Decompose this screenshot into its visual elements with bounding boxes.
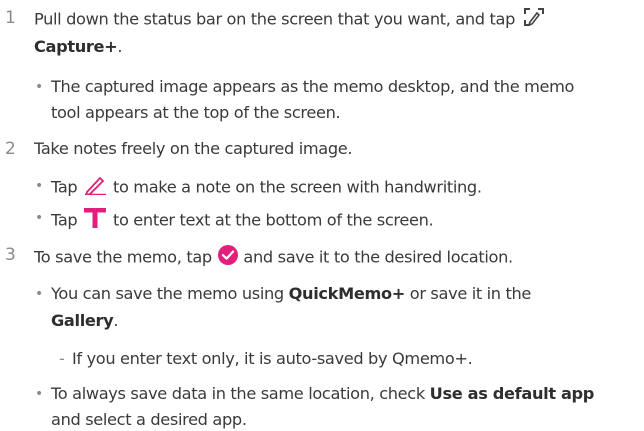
quickmemo-label: QuickMemo+: [288, 284, 406, 303]
bullet-text: To always save data in the same location…: [51, 383, 594, 405]
bullet-text-part: Tap: [51, 210, 78, 230]
bullet-text-part: to enter text at the bottom of the scree…: [112, 210, 434, 230]
bullet-text: The captured image appears as the memo d…: [51, 77, 575, 96]
step-text-part: .: [117, 37, 123, 56]
pen-icon: [82, 175, 108, 201]
default-app-label: Use as default app: [429, 384, 595, 403]
bullet-text: Tap to enter text at the bottom of the s…: [51, 207, 434, 235]
bullet-text: tool appears at the top of the screen.: [51, 103, 341, 122]
capture-plus-label: Capture+: [34, 37, 118, 56]
bullet-text-part: To always save data in the same location…: [51, 384, 425, 403]
bullet-text: and select a desired app.: [51, 410, 247, 429]
bullet-dot: •: [35, 79, 43, 95]
step-number: 1: [5, 8, 16, 28]
sub-item-text: If you enter text only, it is auto-saved…: [72, 349, 473, 368]
bullet-text-part: Tap: [51, 177, 78, 197]
step-text-part: Pull down the status bar on the screen t…: [34, 9, 516, 29]
bullet-text: Gallery.: [51, 310, 119, 332]
gallery-label: Gallery: [51, 311, 114, 330]
bullet-dot: •: [35, 286, 43, 302]
step-text-part: To save the memo, tap: [34, 247, 212, 267]
bullet-dot: •: [35, 210, 43, 226]
step-text-part: and save it to the desired location.: [243, 247, 513, 267]
bullet-text-part: to make a note on the screen with handwr…: [112, 177, 482, 197]
step-text: To save the memo, tap and save it to the…: [34, 244, 513, 272]
bullet-text-part: .: [113, 311, 119, 330]
step-text: Pull down the status bar on the screen t…: [34, 7, 545, 33]
step-text: Capture+.: [34, 36, 123, 58]
check-circle-icon: [217, 244, 239, 272]
capture-plus-icon: [523, 7, 545, 33]
sub-item-dash: -: [59, 349, 65, 368]
bullet-dot: •: [35, 386, 43, 402]
bullet-text: You can save the memo using QuickMemo+ o…: [51, 283, 531, 305]
text-icon: [82, 207, 108, 235]
bullet-text-part: or save it in the: [409, 284, 532, 303]
bullet-dot: •: [35, 178, 43, 194]
bullet-text: Tap to make a note on the screen with ha…: [51, 175, 482, 201]
step-number: 3: [5, 245, 16, 265]
bullet-text-part: You can save the memo using: [51, 284, 284, 303]
step-text: Take notes freely on the captured image.: [34, 139, 353, 158]
step-number: 2: [5, 139, 16, 159]
